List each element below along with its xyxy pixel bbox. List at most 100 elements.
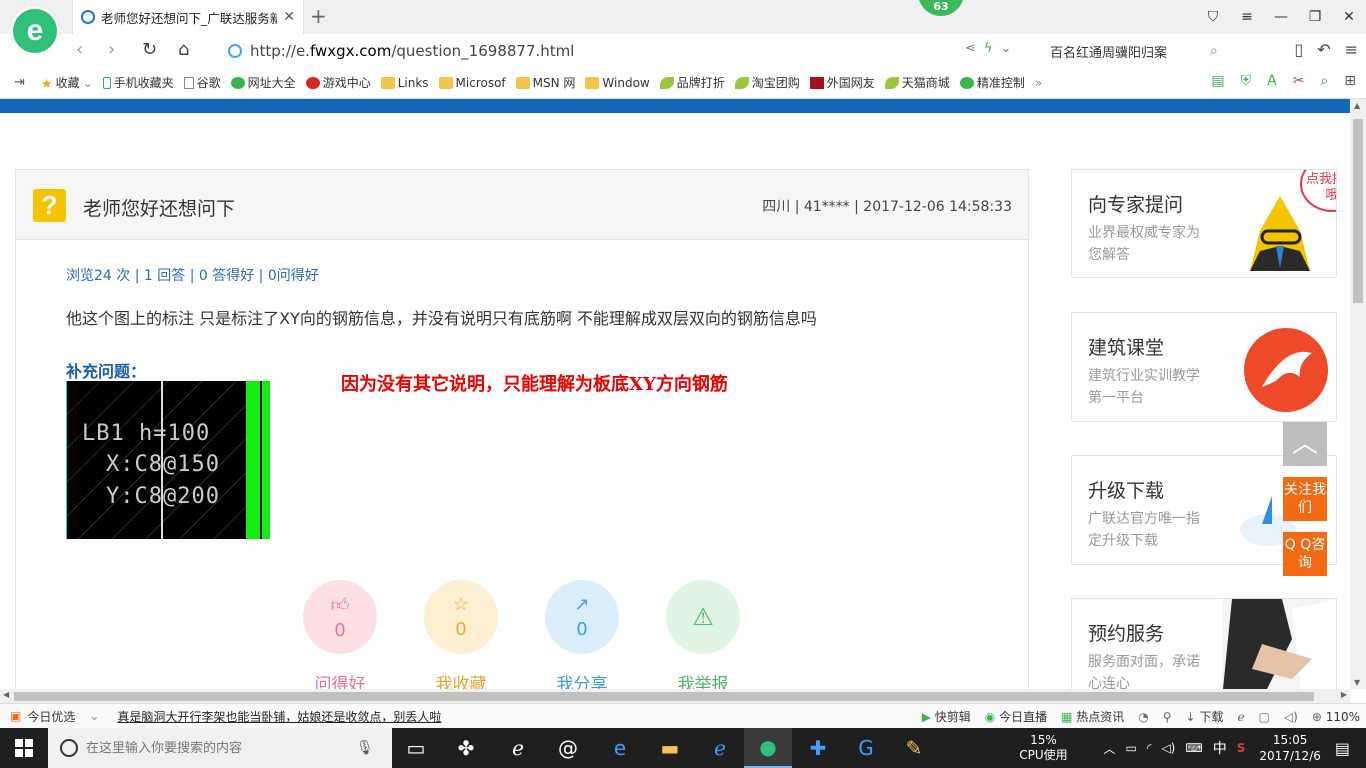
bookmark-item[interactable]: 精准控制 — [959, 74, 1025, 91]
bookmark-item[interactable]: 淘宝团购 — [734, 74, 800, 91]
bookmark-item[interactable]: 游戏中心 — [305, 74, 371, 91]
scroll-down-icon[interactable]: ▼ — [1354, 678, 1360, 687]
sidebar-toggle-icon[interactable]: ⇥ — [14, 75, 25, 90]
hot-news-link[interactable]: ▦ 热点资讯 — [1061, 708, 1124, 725]
start-button[interactable] — [0, 728, 48, 768]
shirt-icon[interactable]: ⛉ — [1196, 9, 1230, 25]
volume-icon[interactable]: ◁) — [1161, 741, 1175, 755]
ie-icon[interactable]: ℯ — [1237, 710, 1244, 724]
bookmark-item[interactable]: 谷歌 — [183, 74, 221, 91]
follow-us-button[interactable]: 关注我们 — [1283, 477, 1327, 521]
action-favorite[interactable]: ☆ 0 我收藏 — [424, 580, 498, 689]
back-to-top-button[interactable]: ︿ — [1283, 422, 1327, 466]
chevron-down-icon[interactable]: ⌄ — [89, 709, 99, 723]
shield-icon[interactable]: ⛨ — [1241, 73, 1252, 89]
tab-close-icon[interactable]: ✕ — [283, 9, 295, 25]
bookmark-item[interactable]: Links — [380, 76, 429, 90]
favorite-button[interactable]: ☆ 0 — [424, 580, 498, 654]
search-icon[interactable]: ⌕ — [1320, 73, 1328, 89]
undo-icon[interactable]: ↶ — [1317, 40, 1330, 59]
keyboard-icon[interactable]: ⌨ — [1185, 741, 1202, 755]
action-share[interactable]: ↗ 0 我分享 — [545, 580, 619, 689]
quick-edit-link[interactable]: ▶ 快剪辑 — [922, 708, 971, 725]
cad-drawing-image[interactable]: LB1 h=100 X:C8@150 Y:C8@200 — [66, 381, 270, 539]
restore-button[interactable]: ❐ — [1298, 9, 1332, 25]
file-explorer-icon[interactable]: ▬ — [646, 728, 694, 768]
chevron-down-icon[interactable]: ⌄ — [1000, 41, 1019, 56]
share-button[interactable]: ↗ 0 — [545, 580, 619, 654]
search-icon[interactable]: ⌕ — [1210, 43, 1218, 59]
bookmark-item[interactable]: MSN 网 — [515, 74, 575, 91]
grid-icon[interactable]: ⊞ — [1344, 73, 1356, 89]
share-icon[interactable]: ⋖ — [965, 41, 984, 56]
qq-consult-button[interactable]: Q Q咨询 — [1283, 532, 1327, 576]
more-bookmarks-icon[interactable]: » — [1035, 76, 1042, 90]
bookmark-item[interactable]: Window — [585, 76, 650, 90]
sogou-icon[interactable]: S — [1237, 741, 1246, 755]
zoom-level[interactable]: ⊕ 110% — [1312, 710, 1360, 724]
browser-app-icon[interactable]: ● — [744, 728, 792, 768]
forward-icon[interactable]: › — [108, 39, 115, 60]
horizontal-scrollbar[interactable]: ◀ ▶ — [0, 689, 1350, 703]
cpu-meter[interactable]: 15% CPU使用 — [1013, 733, 1073, 763]
internet-explorer-icon[interactable]: ℯ — [696, 728, 744, 768]
live-link[interactable]: ◉ 今日直播 — [985, 708, 1047, 725]
book-icon[interactable]: ▤ — [1211, 73, 1224, 89]
tab-active[interactable]: 老师您好还想问下_广联达服务新干线 ✕ — [72, 0, 304, 34]
news-ticker-link[interactable]: 真是脑洞大开行李架也能当卧铺，姑娘还是收敛点，别丢人啦 — [117, 708, 441, 725]
translate-icon[interactable]: A — [1267, 73, 1277, 89]
action-report[interactable]: ⚠︎ 我举报 — [666, 580, 740, 689]
phone-icon[interactable]: ▯ — [1294, 40, 1303, 59]
menu-icon[interactable]: ≡ — [1345, 40, 1358, 59]
bookmark-item[interactable]: 外国网友 — [809, 74, 875, 91]
volume-icon[interactable]: ◁) — [1284, 710, 1298, 724]
url-field[interactable]: http://e.fwxgx.com/question_1698877.html — [218, 37, 1036, 65]
notes-app-icon[interactable]: ✎ — [890, 728, 938, 768]
taskbar-search-input[interactable] — [86, 740, 356, 756]
reload-icon[interactable]: ↻ — [142, 39, 157, 60]
thumbs-up-button[interactable]: 👍︎ 0 — [303, 580, 377, 654]
back-icon[interactable]: ‹ — [76, 39, 83, 60]
scroll-up-icon[interactable]: ▲ — [1354, 101, 1360, 110]
task-view-icon[interactable]: ▭ — [392, 728, 440, 768]
action-ask-good[interactable]: 👍︎ 0 问得好 — [303, 580, 377, 689]
wifi-icon[interactable]: ◜ — [1147, 741, 1152, 755]
scroll-left-icon[interactable]: ◀ — [3, 690, 9, 699]
glodon-app-icon[interactable]: G — [842, 728, 890, 768]
scroll-thumb[interactable] — [14, 692, 1314, 701]
ime-indicator[interactable]: 中 — [1213, 738, 1227, 758]
bookmark-item[interactable]: Microsof — [438, 76, 506, 90]
pin-icon[interactable]: ⚲ — [1163, 710, 1172, 724]
browser-logo-icon[interactable]: e — [10, 6, 60, 56]
download-link[interactable]: ↓ 下载 — [1186, 708, 1224, 725]
bluecross-app-icon[interactable]: ✚ — [794, 728, 842, 768]
home-icon[interactable]: ⌂ — [178, 39, 189, 60]
bookmark-item[interactable]: 网址大全 — [230, 74, 296, 91]
new-tab-button[interactable]: + — [310, 4, 327, 28]
bookmark-item[interactable]: ★ 收藏 ⌄ — [41, 74, 93, 92]
microphone-icon[interactable]: 🎙︎ — [356, 740, 374, 756]
report-button[interactable]: ⚠︎ — [666, 580, 740, 654]
scissors-icon[interactable]: ✂ — [1293, 73, 1305, 89]
question-stats[interactable]: 浏览24 次 | 1 回答 | 0 答得好 | 0问得好 — [66, 265, 319, 285]
battery-icon[interactable]: ▭ — [1125, 741, 1136, 755]
close-button[interactable]: ✕ — [1332, 9, 1366, 25]
sidebar-card-classroom[interactable]: 建筑课堂 建筑行业实训教学第一平台 — [1071, 312, 1337, 422]
taskbar-search[interactable]: 🎙︎ — [48, 728, 392, 768]
search-input[interactable] — [1040, 43, 1210, 59]
sidebar-card-ask-expert[interactable]: 向专家提问 业界最权威专家为您解答 点我提问哦 — [1071, 169, 1337, 278]
bookmark-item[interactable]: 手机收藏夹 — [102, 74, 174, 91]
system-clock[interactable]: 15:05 2017/12/6 — [1259, 732, 1321, 764]
scroll-right-icon[interactable]: ▶ — [1341, 690, 1347, 699]
vertical-scrollbar[interactable]: ▲ ▼ — [1350, 99, 1366, 689]
menu-lines-icon[interactable]: ≡ — [1230, 9, 1264, 25]
lightning-icon[interactable]: ϟ — [984, 41, 1001, 56]
sidebar-card-appointment[interactable]: 预约服务 服务面对面，承诺心连心 — [1071, 598, 1337, 689]
bookmark-item[interactable]: 天猫商城 — [884, 74, 950, 91]
notification-badge[interactable]: 63 — [918, 0, 964, 16]
spiral-app-icon[interactable]: @ — [544, 728, 592, 768]
notification-center-icon[interactable]: ▤ — [1335, 739, 1350, 758]
speed-icon[interactable]: ◔ — [1138, 710, 1148, 724]
bookmark-item[interactable]: 品牌打折 — [659, 74, 725, 91]
minimize-button[interactable]: — — [1264, 9, 1298, 25]
